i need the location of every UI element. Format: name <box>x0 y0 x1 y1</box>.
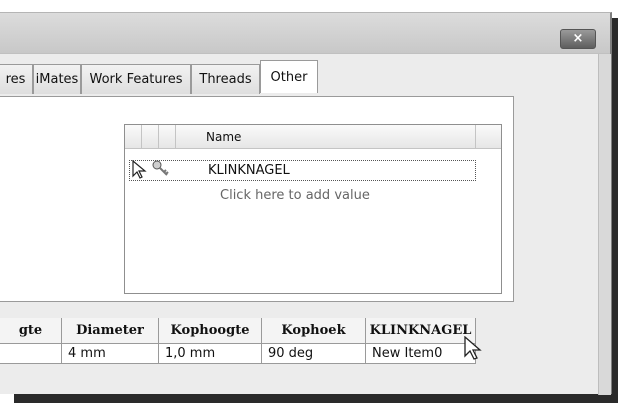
grid-header: Name <box>125 125 501 149</box>
table-cell-kophoek[interactable]: 90 deg <box>262 344 366 364</box>
window-shadow-bottom <box>14 394 616 403</box>
grid-header-cell <box>125 125 142 148</box>
column-header-klinknagel[interactable]: KLINKNAGEL <box>366 318 476 344</box>
grid-header-cell <box>159 125 176 148</box>
table-cell-klinknagel[interactable]: New Item0 <box>366 344 476 364</box>
close-button[interactable]: × <box>560 29 596 49</box>
grid-header-name[interactable]: Name <box>176 125 476 148</box>
name-grid[interactable]: Name KLINKNAGEL Click here to add value <box>124 124 502 294</box>
tab-threads[interactable]: Threads <box>191 64 260 94</box>
column-header-diameter[interactable]: Diameter <box>62 318 159 344</box>
close-icon: × <box>572 31 584 46</box>
tab-other[interactable]: Other <box>260 60 318 93</box>
column-header-kophoogte[interactable]: Kophoogte <box>159 318 262 344</box>
parameters-dialog: × res iMates Work Features Threads Other… <box>0 12 612 395</box>
mouse-pointer-icon <box>464 336 482 360</box>
grid-row[interactable]: KLINKNAGEL <box>129 160 476 181</box>
column-header-gte[interactable]: gte <box>0 318 62 344</box>
add-value-hint[interactable]: Click here to add value <box>220 188 370 203</box>
window-shadow-right <box>612 18 618 403</box>
window-edge-scrollbar[interactable] <box>598 54 611 395</box>
name-column-header: Name <box>206 130 242 144</box>
tab-imates[interactable]: iMates <box>33 64 81 94</box>
table-cell-kophoogte[interactable]: 1,0 mm <box>159 344 262 364</box>
table-cell[interactable] <box>0 344 62 364</box>
row-name-cell[interactable]: KLINKNAGEL <box>208 163 290 178</box>
title-bar: × <box>0 13 610 54</box>
tab-features[interactable]: res <box>0 64 33 94</box>
grid-header-cell <box>142 125 159 148</box>
column-header-kophoek[interactable]: Kophoek <box>262 318 366 344</box>
tab-work-features[interactable]: Work Features <box>81 64 191 94</box>
table-cell-diameter[interactable]: 4 mm <box>62 344 159 364</box>
